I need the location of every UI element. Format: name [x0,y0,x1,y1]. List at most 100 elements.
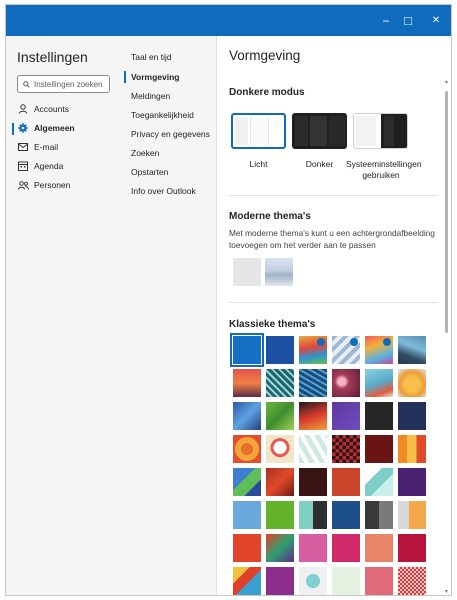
divider [229,302,438,303]
classic-theme-tile[interactable] [332,567,360,595]
classic-theme-tile[interactable] [332,435,360,463]
classic-theme-tile[interactable] [365,501,393,529]
classic-theme-tile[interactable] [398,402,426,430]
classic-theme-tile[interactable] [299,567,327,595]
mode-label-light: Licht [249,159,268,169]
classic-theme-tile[interactable] [299,534,327,562]
mail-icon [17,143,29,151]
classic-theme-tile[interactable] [365,468,393,496]
classic-theme-tile[interactable] [398,567,426,595]
sidebar-item-label: E-mail [34,142,59,152]
classic-theme-tile[interactable] [332,402,360,430]
classic-theme-tile[interactable] [266,567,294,595]
mode-option-dark[interactable] [292,113,347,149]
scroll-down-arrow[interactable]: ▼ [444,589,449,595]
people-icon [17,180,29,190]
title-bar: − □ ✕ [6,5,451,36]
classic-theme-tile[interactable] [398,534,426,562]
classic-theme-tile[interactable] [233,435,261,463]
classic-theme-tile[interactable] [233,534,261,562]
subnav-item-info[interactable]: Info over Outlook [131,185,196,197]
classic-theme-tile[interactable] [266,369,294,397]
subnav-item-meldingen[interactable]: Meldingen [131,90,170,102]
classic-theme-tile[interactable] [365,534,393,562]
classic-theme-tile[interactable] [266,468,294,496]
subnav-item-privacy[interactable]: Privacy en gegevens [131,128,210,140]
classic-theme-tile[interactable] [233,402,261,430]
subnav-item-opstarten[interactable]: Opstarten [131,166,168,178]
sidebar-item-label: Agenda [34,161,64,171]
classic-theme-tile[interactable] [332,468,360,496]
classic-theme-tile[interactable] [233,567,261,595]
classic-theme-tile[interactable] [233,501,261,529]
classic-themes-title: Klassieke thema's [229,319,316,330]
classic-theme-tile[interactable] [332,534,360,562]
classic-theme-tile[interactable] [266,534,294,562]
search-placeholder: Instellingen zoeken [34,79,103,89]
maximize-button[interactable]: □ [394,5,422,36]
classic-theme-tile[interactable] [233,369,261,397]
sidebar-item-label: Personen [34,180,71,190]
search-icon [23,80,30,88]
classic-theme-tile[interactable] [266,336,294,364]
classic-theme-tile[interactable] [266,501,294,529]
classic-theme-tile[interactable] [398,501,426,529]
sidebar-item-label: Algemeen [34,123,75,133]
classic-theme-tile[interactable] [299,468,327,496]
classic-theme-tile[interactable] [266,435,294,463]
classic-theme-tile[interactable] [299,501,327,529]
mode-option-light[interactable] [231,113,286,149]
scrollbar-thumb[interactable] [445,91,448,333]
sidebar-item-algemeen[interactable]: Algemeen [17,120,75,136]
sidebar-item-label: Accounts [34,104,69,114]
settings-sidebar: Instellingen Instellingen zoeken Account… [6,36,121,595]
divider [229,195,438,196]
selection-indicator [12,123,14,135]
classic-theme-tile[interactable] [365,435,393,463]
classic-theme-tile[interactable] [299,369,327,397]
sidebar-item-accounts[interactable]: Accounts [17,101,69,117]
settings-subnav: Taal en tijd Vormgeving Meldingen Toegan… [121,36,217,595]
subnav-item-taal-en-tijd[interactable]: Taal en tijd [131,51,172,63]
settings-title: Instellingen [17,49,88,65]
sidebar-item-email[interactable]: E-mail [17,139,58,155]
sidebar-item-agenda[interactable]: Agenda [17,158,63,174]
minimize-icon: − [382,13,390,28]
classic-theme-tile[interactable] [299,402,327,430]
classic-theme-tile[interactable] [299,435,327,463]
classic-theme-tile[interactable] [332,336,360,364]
subnav-item-vormgeving[interactable]: Vormgeving [131,71,180,83]
classic-theme-tile[interactable] [332,501,360,529]
classic-theme-tile[interactable] [365,567,393,595]
close-icon: ✕ [431,15,441,26]
dark-mode-title: Donkere modus [229,87,305,98]
page-title: Vormgeving [229,48,301,63]
classic-theme-tile[interactable] [230,333,264,367]
appearance-panel: Vormgeving Donkere modus Licht Donker Sy… [218,36,451,595]
classic-theme-tile[interactable] [233,468,261,496]
classic-theme-tile[interactable] [299,336,327,364]
subnav-item-zoeken[interactable]: Zoeken [131,147,159,159]
modern-themes-title: Moderne thema's [229,211,311,222]
mode-label-dark: Donker [305,159,334,169]
classic-theme-tile[interactable] [332,369,360,397]
classic-theme-tile[interactable] [365,402,393,430]
classic-theme-tile[interactable] [398,336,426,364]
classic-theme-tile[interactable] [365,369,393,397]
sidebar-item-personen[interactable]: Personen [17,177,70,193]
classic-theme-tile[interactable] [398,468,426,496]
close-button[interactable]: ✕ [422,5,450,36]
classic-theme-tile[interactable] [266,402,294,430]
subnav-item-toegankelijkheid[interactable]: Toegankelijkheid [131,109,194,121]
person-icon [17,104,29,114]
classic-theme-tile[interactable] [398,435,426,463]
scroll-up-arrow[interactable]: ▲ [444,79,449,85]
settings-search-input[interactable]: Instellingen zoeken [17,75,110,93]
mode-label-system: Systeeminstellingen gebruiken [346,159,422,180]
classic-theme-tile[interactable] [398,369,426,397]
classic-theme-tile[interactable] [365,336,393,364]
modern-theme-tile-1[interactable] [233,258,261,286]
mode-option-system[interactable] [353,113,408,149]
gear-icon [17,123,29,133]
modern-theme-tile-2[interactable] [265,258,293,286]
